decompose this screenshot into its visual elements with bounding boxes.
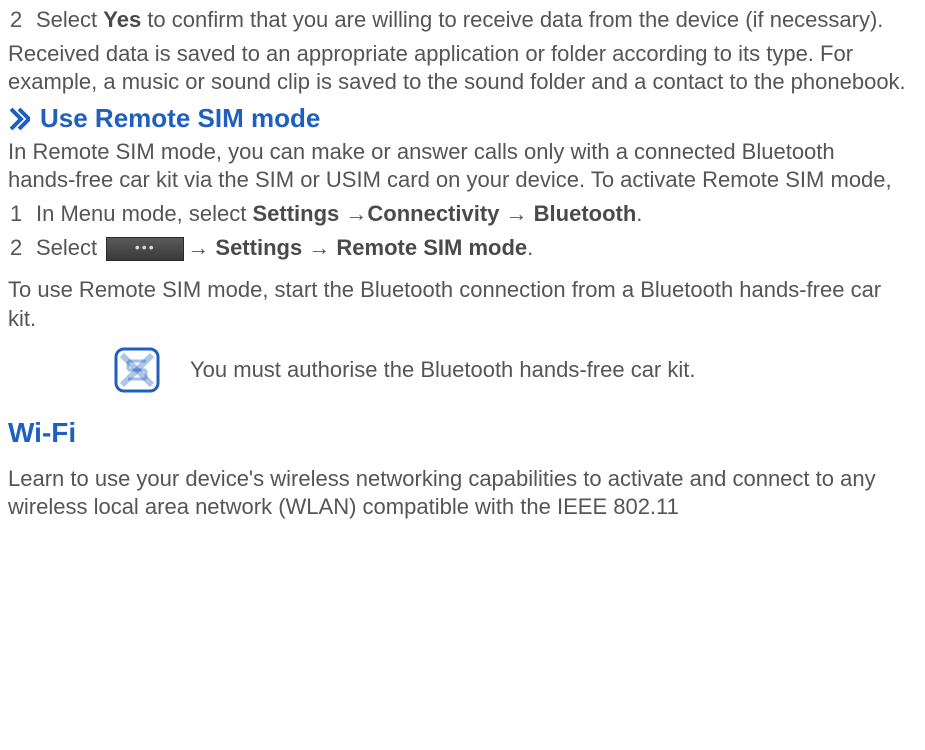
note-block: You must authorise the Bluetooth hands-f… <box>8 347 907 393</box>
paragraph-received-data: Received data is saved to an appropriate… <box>8 40 907 96</box>
step-text-pre: Select <box>36 235 103 260</box>
step-number: 1 <box>8 200 36 228</box>
step-text-pre: Select <box>36 7 103 32</box>
nav-path-bold: Bluetooth <box>534 201 637 226</box>
step-body: In Menu mode, select Settings →Connectiv… <box>36 200 907 228</box>
arrow-separator: → <box>187 235 215 260</box>
step-text-post: . <box>527 235 533 260</box>
nav-path-bold: Settings <box>215 235 302 260</box>
step-body: Select → Settings → Remote SIM mode. <box>36 234 907 262</box>
heading-remote-sim-text: Use Remote SIM mode <box>40 102 320 135</box>
note-text: You must authorise the Bluetooth hands-f… <box>190 356 695 384</box>
arrow-separator: → <box>499 201 533 226</box>
step-list-item: 1 In Menu mode, select Settings →Connect… <box>8 200 907 228</box>
step-text-post: to confirm that you are willing to recei… <box>141 7 883 32</box>
document-page: 2 Select Yes to confirm that you are wil… <box>0 0 925 521</box>
step-number: 2 <box>8 234 36 262</box>
section-heading-remote-sim: Use Remote SIM mode <box>8 102 907 135</box>
step-body: Select Yes to confirm that you are willi… <box>36 6 907 34</box>
step-number: 2 <box>8 6 36 34</box>
arrow-separator: → <box>302 235 336 260</box>
arrow-separator: → <box>339 201 367 226</box>
step-text-bold: Yes <box>103 7 141 32</box>
step-list-item: 2 Select → Settings → Remote SIM mode. <box>8 234 907 262</box>
info-note-icon <box>114 347 160 393</box>
options-button-icon <box>106 237 184 261</box>
paragraph-remote-sim-use: To use Remote SIM mode, start the Blueto… <box>8 276 907 332</box>
step-list-item: 2 Select Yes to confirm that you are wil… <box>8 6 907 34</box>
step-text-pre: In Menu mode, select <box>36 201 252 226</box>
chevron-right-icon <box>8 107 30 131</box>
heading-wifi: Wi-Fi <box>8 415 907 451</box>
paragraph-remote-sim-intro: In Remote SIM mode, you can make or answ… <box>8 138 907 194</box>
paragraph-wifi: Learn to use your device's wireless netw… <box>8 465 907 521</box>
nav-path-bold: Remote SIM mode <box>336 235 527 260</box>
nav-path-bold: Settings <box>252 201 339 226</box>
step-text-post: . <box>636 201 642 226</box>
nav-path-bold: Connectivity <box>367 201 499 226</box>
